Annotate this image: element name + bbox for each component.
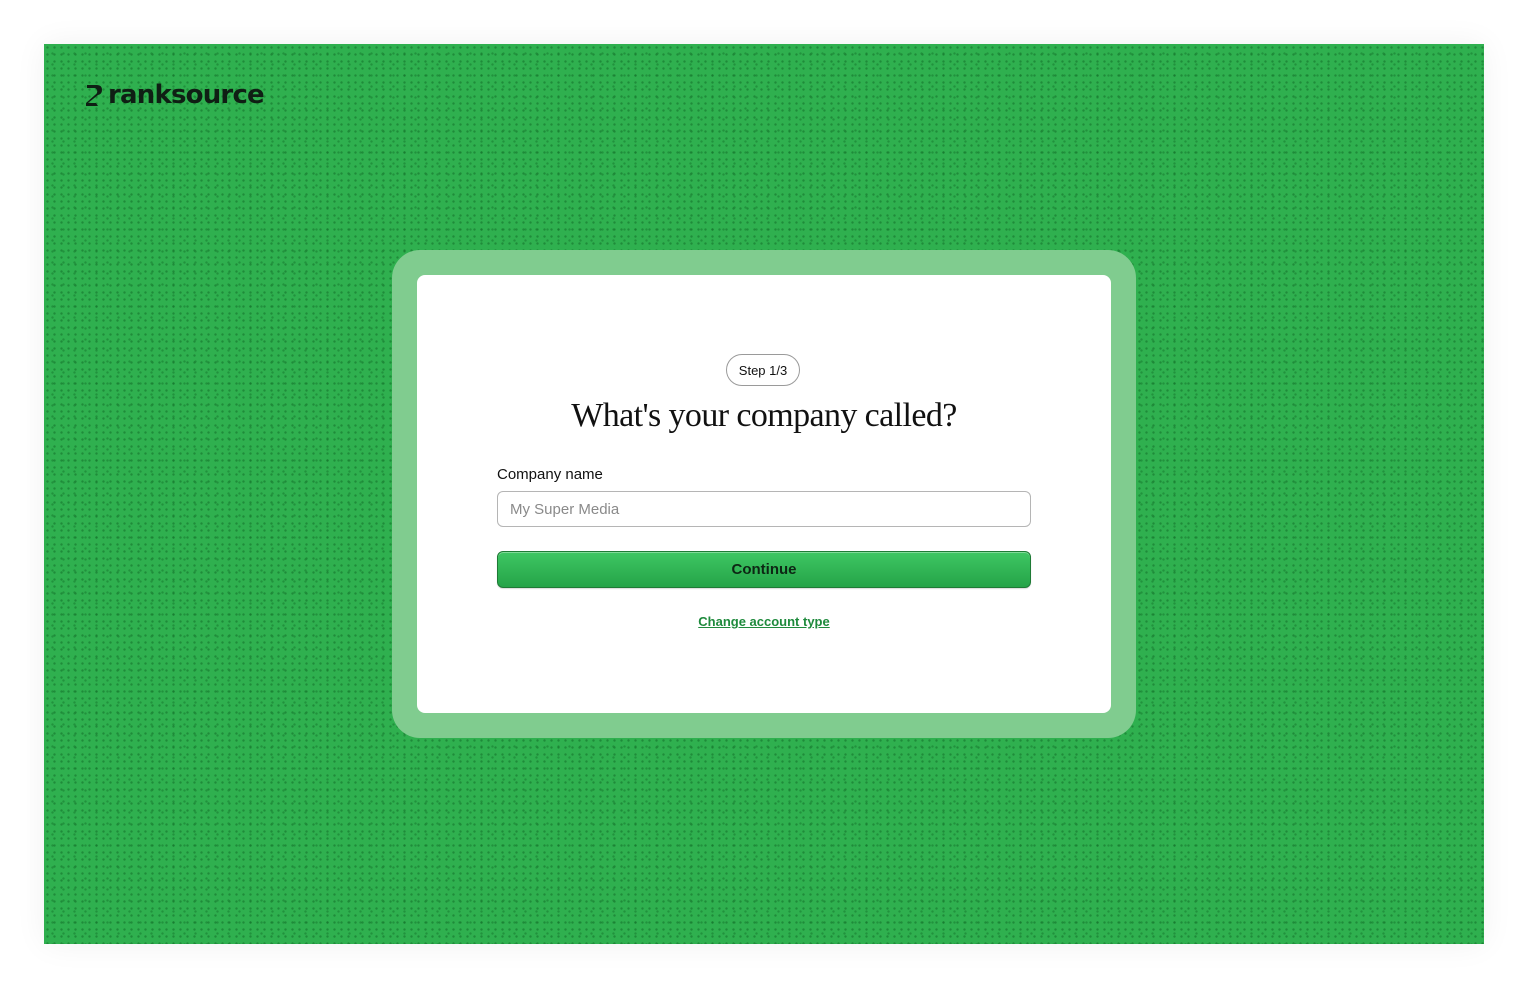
- company-name-input[interactable]: [497, 491, 1031, 527]
- ranksource-logo-icon: [86, 85, 102, 106]
- onboarding-card: Step 1/3 What's your company called? Com…: [417, 275, 1111, 713]
- step-badge: Step 1/3: [726, 354, 800, 386]
- brand-name: ranksource: [108, 80, 265, 110]
- continue-button[interactable]: Continue: [497, 551, 1031, 588]
- company-name-label: Company name: [497, 466, 603, 483]
- app-frame: ranksource Step 1/3 What's your company …: [44, 44, 1484, 944]
- change-account-type-link[interactable]: Change account type: [417, 614, 1111, 629]
- onboarding-card-border: Step 1/3 What's your company called? Com…: [392, 250, 1136, 738]
- page-title: What's your company called?: [571, 397, 957, 434]
- brand-logo[interactable]: ranksource: [84, 80, 265, 110]
